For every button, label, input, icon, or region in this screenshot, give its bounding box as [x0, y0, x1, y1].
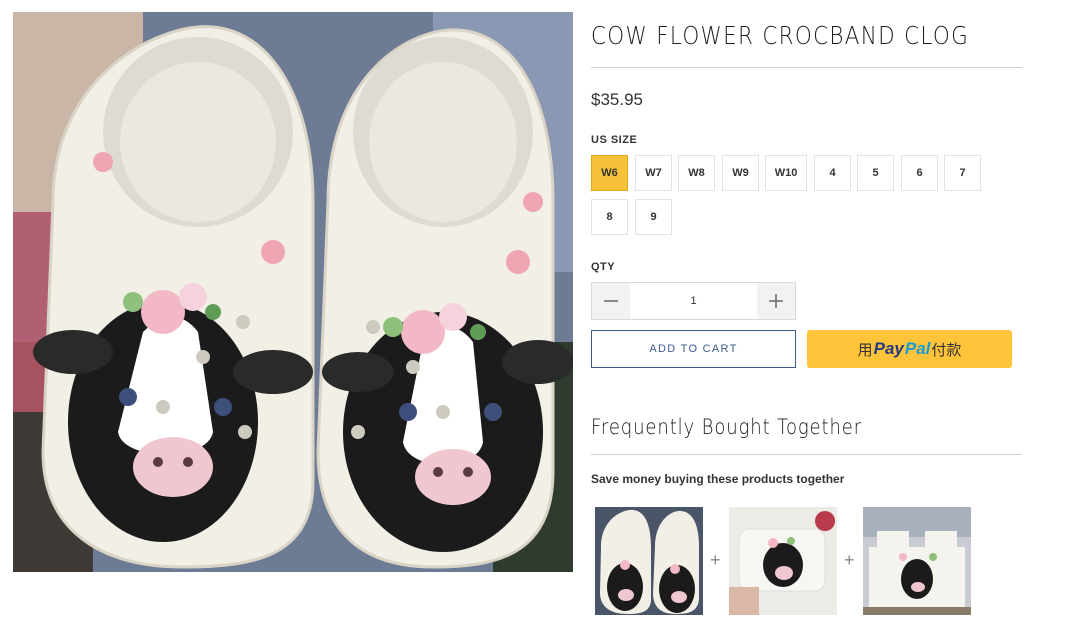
- size-option-9[interactable]: 9: [635, 199, 672, 235]
- product-title: COW FLOWER CROCBAND CLOG: [591, 21, 970, 50]
- clog-thumbnail: [595, 507, 703, 615]
- bundle-item-bedding[interactable]: [863, 507, 971, 615]
- quantity-stepper: 1: [591, 282, 796, 320]
- minus-icon: [604, 300, 618, 302]
- size-option-5[interactable]: 5: [857, 155, 894, 191]
- size-option-6[interactable]: 6: [901, 155, 938, 191]
- paypal-button[interactable]: 用 Pay Pal 付款: [807, 330, 1012, 368]
- bundle-title: Frequently Bought Together: [591, 415, 863, 439]
- quantity-input[interactable]: 1: [630, 283, 757, 319]
- decrease-qty-button[interactable]: [592, 283, 630, 319]
- clog-pair-illustration: [13, 12, 573, 572]
- title-divider: [591, 67, 1022, 68]
- paypal-suffix: 付款: [931, 341, 962, 359]
- paypal-logo-pay: Pay: [873, 339, 904, 358]
- product-image[interactable]: [13, 12, 573, 572]
- bundle-plus-1: +: [710, 550, 721, 570]
- increase-qty-button[interactable]: [757, 283, 795, 319]
- size-option-w10[interactable]: W10: [765, 155, 807, 191]
- bundle-subtitle: Save money buying these products togethe…: [591, 472, 845, 486]
- bundle-plus-2: +: [844, 550, 855, 570]
- size-option-8[interactable]: 8: [591, 199, 628, 235]
- size-option-w8[interactable]: W8: [678, 155, 715, 191]
- size-option-4[interactable]: 4: [814, 155, 851, 191]
- bundle-divider: [591, 454, 1022, 455]
- paypal-prefix: 用: [857, 341, 873, 359]
- bundle-item-mask[interactable]: [729, 507, 837, 615]
- product-price: $35.95: [591, 90, 643, 109]
- size-label: US SIZE: [591, 134, 638, 146]
- bundle-item-clog[interactable]: [595, 507, 703, 615]
- mask-thumbnail: [729, 507, 837, 615]
- qty-label: QTY: [591, 261, 616, 273]
- add-to-cart-button[interactable]: ADD TO CART: [591, 330, 796, 368]
- size-option-7[interactable]: 7: [944, 155, 981, 191]
- plus-icon: [769, 294, 783, 308]
- bedding-thumbnail: [863, 507, 971, 615]
- size-option-w9[interactable]: W9: [722, 155, 759, 191]
- size-option-w7[interactable]: W7: [635, 155, 672, 191]
- paypal-logo-pal: Pal: [904, 339, 931, 358]
- size-option-w6[interactable]: W6: [591, 155, 628, 191]
